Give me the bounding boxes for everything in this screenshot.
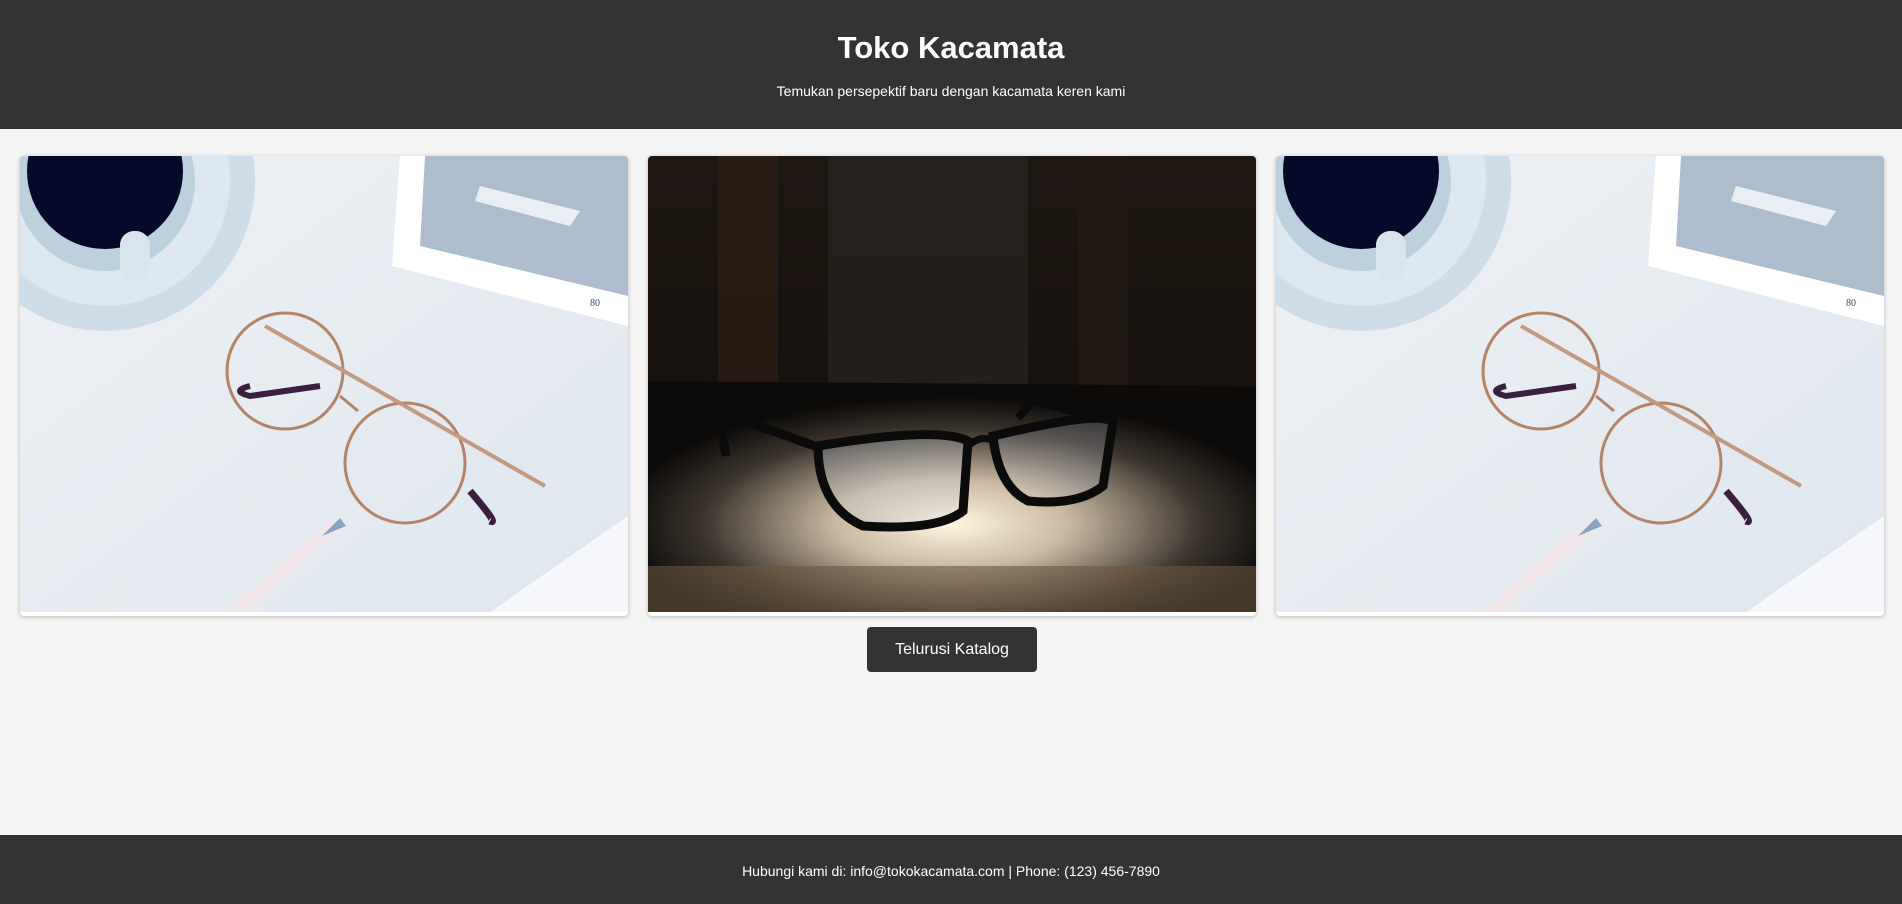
svg-text:80: 80 <box>590 298 600 309</box>
round-glasses-photo: 80 <box>1276 156 1884 612</box>
site-tagline: Temukan persepektif baru dengan kacamata… <box>776 83 1126 99</box>
gallery-card[interactable] <box>648 156 1256 616</box>
site-title: Toko Kacamata <box>837 30 1065 65</box>
footer-contact: Hubungi kami di: info@tokokacamata.com |… <box>742 863 1160 879</box>
browse-catalog-button[interactable]: Telurusi Katalog <box>867 627 1037 672</box>
site-footer: Hubungi kami di: info@tokokacamata.com |… <box>0 835 1902 904</box>
gallery-card[interactable]: 80 <box>1276 156 1884 616</box>
black-glasses-photo <box>648 156 1256 612</box>
site-header: Toko Kacamata Temukan persepektif baru d… <box>0 0 1902 129</box>
gallery-card[interactable]: 80 <box>20 156 628 616</box>
round-glasses-photo: 80 <box>20 156 628 612</box>
product-gallery: 80 80 <box>20 156 1884 617</box>
svg-text:80: 80 <box>1846 298 1856 309</box>
